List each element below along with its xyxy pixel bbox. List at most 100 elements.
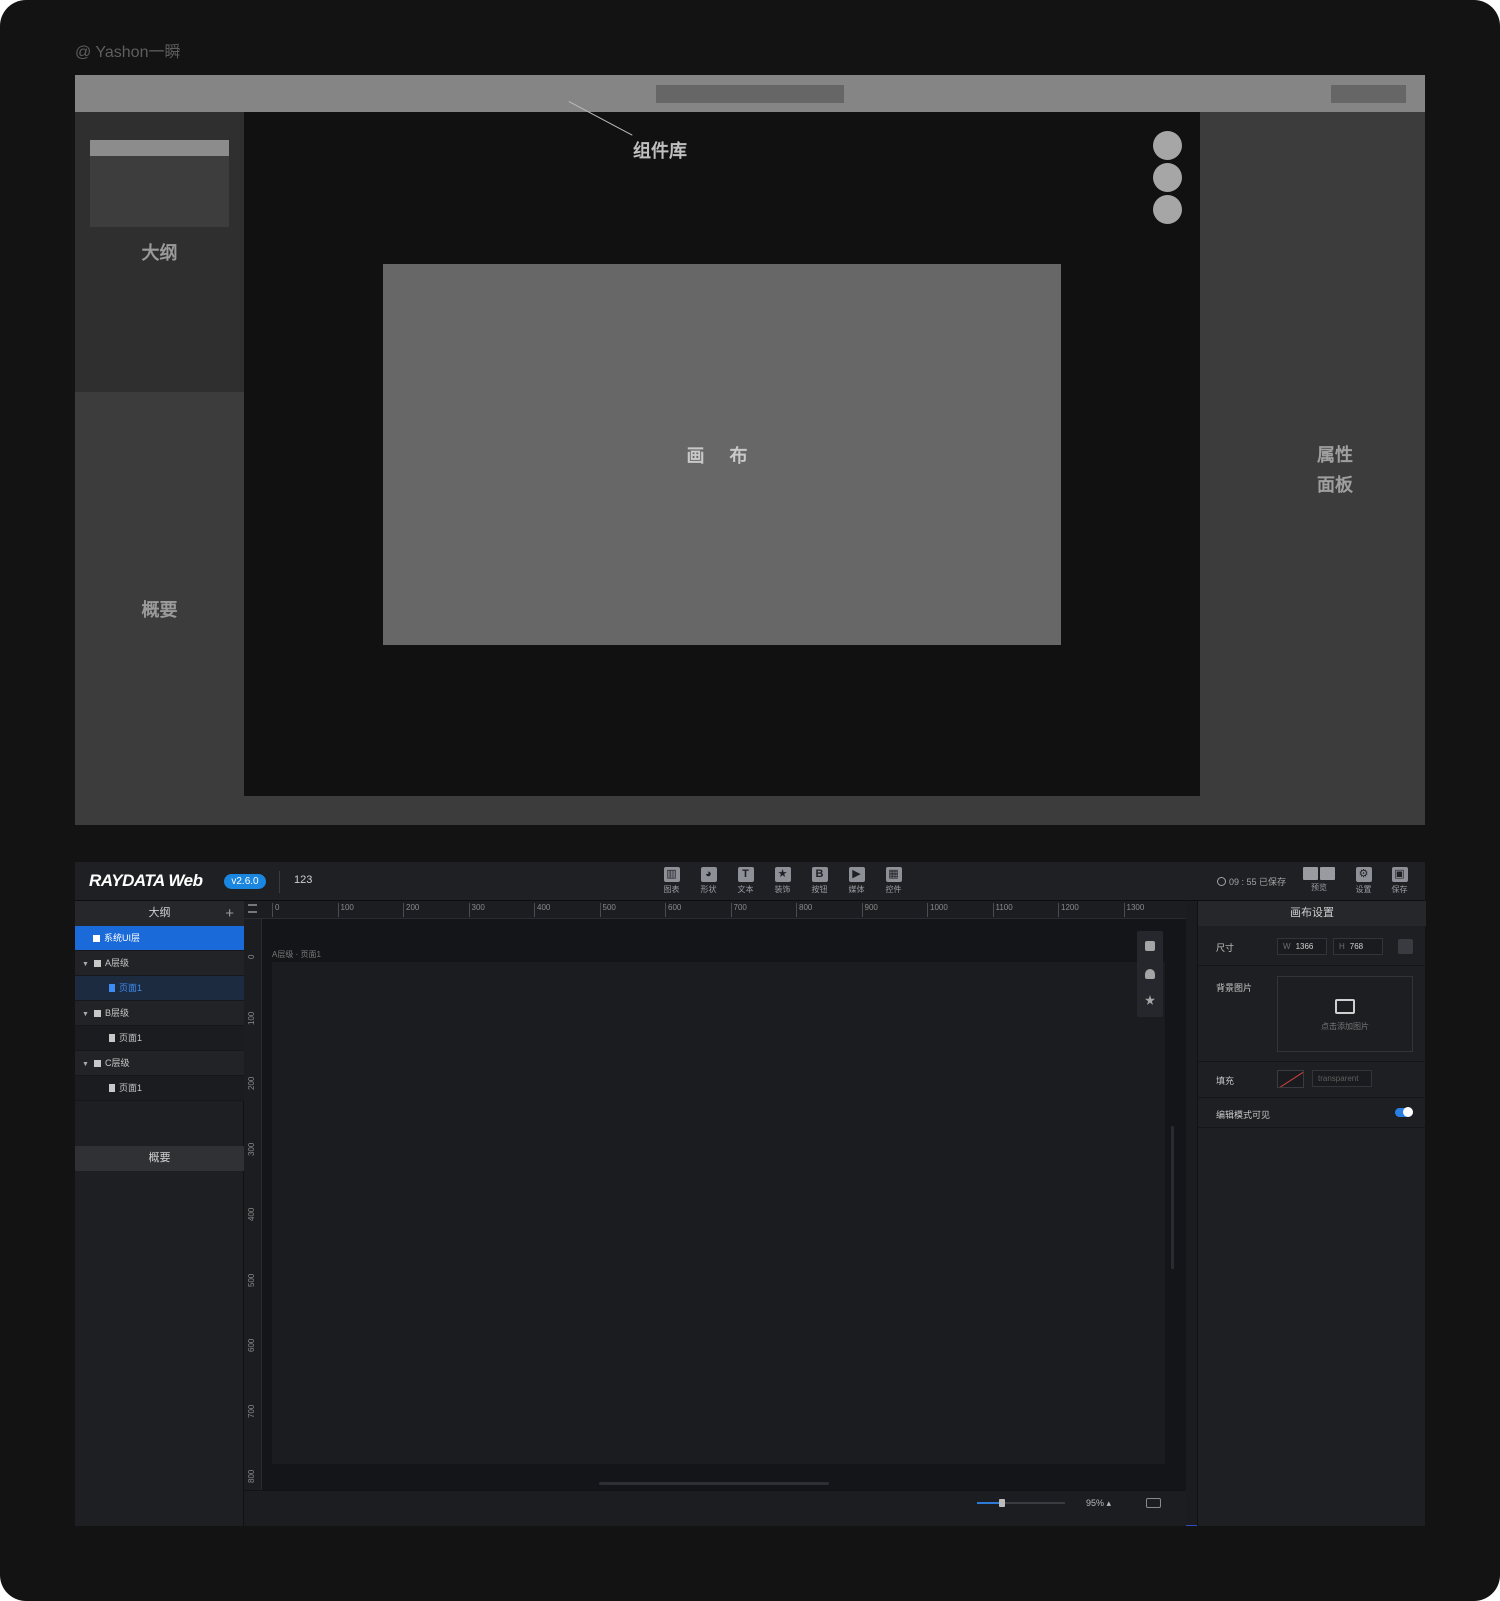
toolbar-media-play-button[interactable]: ▶ 媒体: [838, 867, 875, 899]
user-icon[interactable]: [1145, 969, 1155, 979]
layer-label: B层级: [105, 1008, 130, 1018]
ruler-tick-label: 800: [247, 1469, 256, 1483]
page-b1[interactable]: 页面1: [75, 1026, 244, 1051]
layer-c[interactable]: ▼ C层级: [75, 1051, 244, 1076]
zoom-slider-handle[interactable]: [998, 1499, 1005, 1507]
project-name[interactable]: 123: [294, 874, 312, 886]
wireframe-tool-circle: [1153, 163, 1182, 192]
toggle-knob: [1403, 1107, 1413, 1117]
background-image-section: 背景图片 点击添加图片: [1198, 966, 1426, 1062]
page-icon: [109, 1084, 115, 1092]
image-icon: [1335, 999, 1355, 1014]
zoom-percent: 95%: [1086, 1498, 1105, 1508]
toolbar-label: 媒体: [848, 885, 865, 894]
text-icon: T: [737, 867, 754, 882]
wireframe-properties-label: 属性 面板: [1255, 440, 1415, 500]
ruler-tick-label: 900: [861, 903, 878, 917]
app-header: RAYDATA Web v2.6.0 123 ▥ 图表 ◕ 形状 T 文本 ★ 装饰 B 按钮 ▶ 媒…: [75, 862, 1425, 901]
editor-app: RAYDATA Web v2.6.0 123 ▥ 图表 ◕ 形状 T 文本 ★ 装饰 B 按钮 ▶ 媒…: [75, 862, 1426, 1526]
page-label: 页面1: [119, 1083, 143, 1093]
status-bar: 95% ▴: [244, 1490, 1186, 1526]
save-button[interactable]: ▣ 保存: [1381, 867, 1418, 895]
toolbar-label: 文本: [737, 885, 754, 894]
ruler-tick-label: 400: [247, 1207, 256, 1221]
preview-button[interactable]: 预览: [1299, 867, 1339, 893]
outline-header: 大纲 +: [75, 901, 244, 926]
page-icon: [109, 984, 115, 992]
outline-title: 大纲: [148, 907, 171, 919]
toolbar-shape-button[interactable]: ◕ 形状: [690, 867, 727, 899]
lock-ratio-icon[interactable]: [1398, 939, 1413, 954]
horizontal-scrollbar[interactable]: [599, 1482, 829, 1485]
layers-icon: [94, 1060, 101, 1067]
ruler-tick-label: 1100: [992, 903, 1013, 917]
fill-color-swatch[interactable]: [1277, 1070, 1304, 1088]
add-image-hint: 点击添加图片: [1321, 1022, 1369, 1031]
edit-visible-toggle[interactable]: [1395, 1107, 1413, 1117]
check-circle-icon: [1217, 877, 1226, 886]
layer-label: A层级: [105, 958, 130, 968]
add-image-dropzone[interactable]: 点击添加图片: [1277, 976, 1413, 1052]
add-layer-button[interactable]: +: [225, 901, 234, 926]
horizontal-ruler: 0 100 200 300 400 500 600 700 800 900 1000 1100 1200…: [244, 901, 1186, 919]
star-icon[interactable]: [1145, 995, 1155, 1005]
ruler-tick-label: 1200: [1058, 903, 1079, 917]
ruler-tick-label: 300: [468, 903, 485, 917]
layers-icon: [94, 1010, 101, 1017]
width-input[interactable]: W 1366: [1277, 938, 1327, 955]
wireframe-thumbnail-bar: [90, 140, 229, 156]
caret-down-icon: ▼: [82, 1061, 89, 1068]
ruler-tick-label: 400: [534, 903, 550, 917]
ruler-tick-label: 1300: [1123, 903, 1144, 917]
ruler-tick-label: 300: [247, 1142, 256, 1156]
save-label: 保存: [1391, 885, 1408, 894]
layer-a[interactable]: ▼ A层级: [75, 951, 244, 976]
size-section: 尺寸 W 1366 H 768: [1198, 926, 1426, 966]
width-prefix: W: [1283, 942, 1291, 951]
wireframe-canvas: 画 布: [383, 264, 1061, 645]
background-image-label: 背景图片: [1216, 983, 1253, 993]
summary-header[interactable]: 概要: [75, 1146, 244, 1171]
layer-label: C层级: [105, 1058, 130, 1068]
canvas-side-tools: [1137, 931, 1163, 1017]
ruler-tick-label: 700: [247, 1404, 256, 1418]
keyboard-icon[interactable]: [1146, 1498, 1161, 1508]
wireframe-tool-circle: [1153, 131, 1182, 160]
chart-icon: ▥: [663, 867, 680, 882]
vertical-scrollbar[interactable]: [1171, 1126, 1174, 1269]
toolbar-label: 装饰: [774, 885, 791, 894]
ruler-tick-label: 600: [665, 903, 681, 917]
caret-up-icon: ▴: [1106, 1498, 1112, 1508]
settings-button[interactable]: ⚙ 设置: [1345, 867, 1382, 895]
page-a1[interactable]: 页面1: [75, 976, 244, 1001]
toolbar-label: 控件: [885, 885, 902, 894]
wireframe-canvas-label: 画 布: [686, 445, 758, 466]
grid-icon: [93, 935, 100, 942]
shape-icon: ◕: [700, 867, 717, 882]
toolbar-chart-button[interactable]: ▥ 图表: [653, 867, 690, 899]
toolbar-label: 图表: [663, 885, 680, 894]
toolbar-widget-grid-button[interactable]: ▦ 控件: [875, 867, 912, 899]
height-input[interactable]: H 768: [1333, 938, 1383, 955]
toolbar-decoration-star-button[interactable]: ★ 装饰: [764, 867, 801, 899]
ruler-tick-label: 500: [599, 903, 616, 917]
wireframe-component-library-label: 组件库: [633, 141, 687, 161]
wireframe-properties-line-2: 面板: [1317, 475, 1353, 495]
system-ui-layer[interactable]: 系统UI层: [75, 926, 244, 951]
toolbar-text-button[interactable]: T 文本: [727, 867, 764, 899]
layer-b[interactable]: ▼ B层级: [75, 1001, 244, 1026]
fill-value-input[interactable]: transparent: [1312, 1070, 1372, 1087]
toolbar-button-b-button[interactable]: B 按钮: [801, 867, 838, 899]
zoom-value[interactable]: 95% ▴: [1086, 1498, 1111, 1509]
ruler-corner-icon[interactable]: [248, 904, 257, 913]
canvas-stage[interactable]: [272, 962, 1165, 1464]
wireframe-layout: 大纲 概要 画 布 组件库 属性 面板: [75, 75, 1425, 825]
fill-section: 填充 transparent: [1198, 1062, 1426, 1098]
page-c1[interactable]: 页面1: [75, 1076, 244, 1101]
edit-visible-label: 编辑模式可见: [1216, 1110, 1271, 1120]
ruler-tick-label: 600: [247, 1338, 256, 1352]
sliders-icon[interactable]: [1145, 941, 1155, 951]
wireframe-toolbar-placeholder: [656, 85, 844, 103]
media-play-icon: ▶: [848, 867, 865, 882]
floppy-save-icon: ▣: [1391, 867, 1408, 882]
